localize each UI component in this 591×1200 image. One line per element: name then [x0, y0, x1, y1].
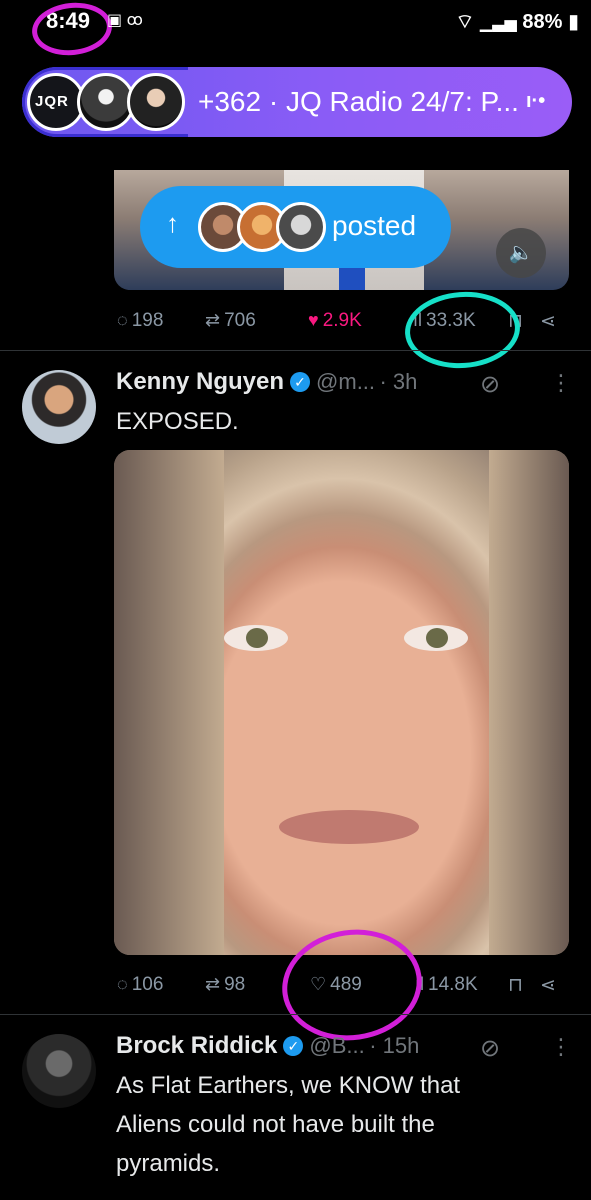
verified-icon: ✓ [283, 1036, 304, 1056]
share-icon[interactable]: ⋖ [540, 310, 556, 333]
arrow-up-icon: ↑ [166, 208, 179, 238]
avatar[interactable] [22, 1034, 96, 1108]
more-icon[interactable]: ⋮ [550, 1034, 572, 1060]
tweet-time: · 15h [369, 1033, 420, 1058]
battery-level: 88% [522, 11, 563, 33]
annotation-circle-views [402, 288, 523, 372]
tweet-header: Brock Riddick ✓ @B... · 15h [116, 1032, 419, 1060]
reply-count: 106 [131, 974, 164, 995]
space-speaker-avatar [127, 73, 185, 131]
divider [0, 1014, 591, 1015]
like-count: 2.9K [322, 310, 362, 331]
space-logo-text: JQR [35, 93, 69, 110]
share-icon[interactable]: ⋖ [540, 974, 556, 997]
tweet-time: · 3h [379, 369, 418, 394]
annotation-circle-time [29, 0, 115, 60]
divider [0, 350, 591, 351]
author-name[interactable]: Brock Riddick [116, 1032, 277, 1059]
more-icon[interactable]: ⋮ [550, 370, 572, 396]
reply-icon: ◌ [117, 974, 128, 994]
reply-button[interactable]: ◌ 198 [117, 310, 163, 332]
views-count: 14.8K [428, 974, 478, 995]
repost-icon: ⇄ [205, 310, 221, 330]
repost-button[interactable]: ⇄ 706 [205, 310, 256, 332]
tweet-text-line: Aliens could not have built the [116, 1111, 435, 1138]
verified-icon: ✓ [290, 372, 311, 392]
new-posts-label: posted [332, 210, 417, 241]
battery-icon: ▮ [567, 11, 579, 33]
repost-count: 706 [224, 310, 256, 331]
volume-icon[interactable]: 🔈 [496, 228, 546, 278]
tweet-text-line: As Flat Earthers, we KNOW that [116, 1072, 461, 1099]
space-audio-icon: ı·• [526, 90, 546, 112]
reply-icon: ◌ [117, 310, 128, 330]
status-left-icons: ▣ ꝏ [107, 12, 143, 29]
bookmark-icon[interactable]: ⊓ [508, 974, 523, 997]
avatar[interactable] [22, 370, 96, 444]
author-handle[interactable]: @B... [309, 1033, 364, 1058]
reply-count: 198 [131, 310, 164, 331]
tweet-text-line: pyramids. [116, 1150, 221, 1177]
repost-count: 98 [224, 974, 246, 995]
space-title: +362 · JQ Radio 24/7: P... [198, 86, 519, 117]
reply-button[interactable]: ◌ 106 [117, 974, 163, 996]
grok-icon[interactable]: ⊘ [480, 1034, 500, 1063]
repost-icon: ⇄ [205, 974, 221, 994]
wifi-icon: ⌔ [455, 11, 475, 33]
tweet-photo[interactable] [114, 450, 569, 955]
like-icon: ♥ [308, 310, 319, 330]
views-button[interactable]: ıl 14.8K [415, 974, 478, 996]
author-handle[interactable]: @m... [316, 369, 375, 394]
author-name[interactable]: Kenny Nguyen [116, 368, 284, 395]
poster-avatar [276, 202, 326, 252]
grok-icon[interactable]: ⊘ [480, 370, 500, 399]
status-right: ⌔ ▁▃▅ 88% ▮ [456, 9, 579, 34]
signal-icon: ▁▃▅ [479, 15, 517, 32]
like-button[interactable]: ♥ 2.9K [308, 310, 362, 332]
repost-button[interactable]: ⇄ 98 [205, 974, 245, 996]
tweet-text: As Flat Earthers, we KNOW that Aliens co… [116, 1066, 460, 1183]
tweet-header: Kenny Nguyen ✓ @m... · 3h [116, 368, 417, 396]
tweet-text: EXPOSED. [116, 408, 239, 435]
status-bar: 8:49 ▣ ꝏ ⌔ ▁▃▅ 88% ▮ [0, 0, 591, 60]
